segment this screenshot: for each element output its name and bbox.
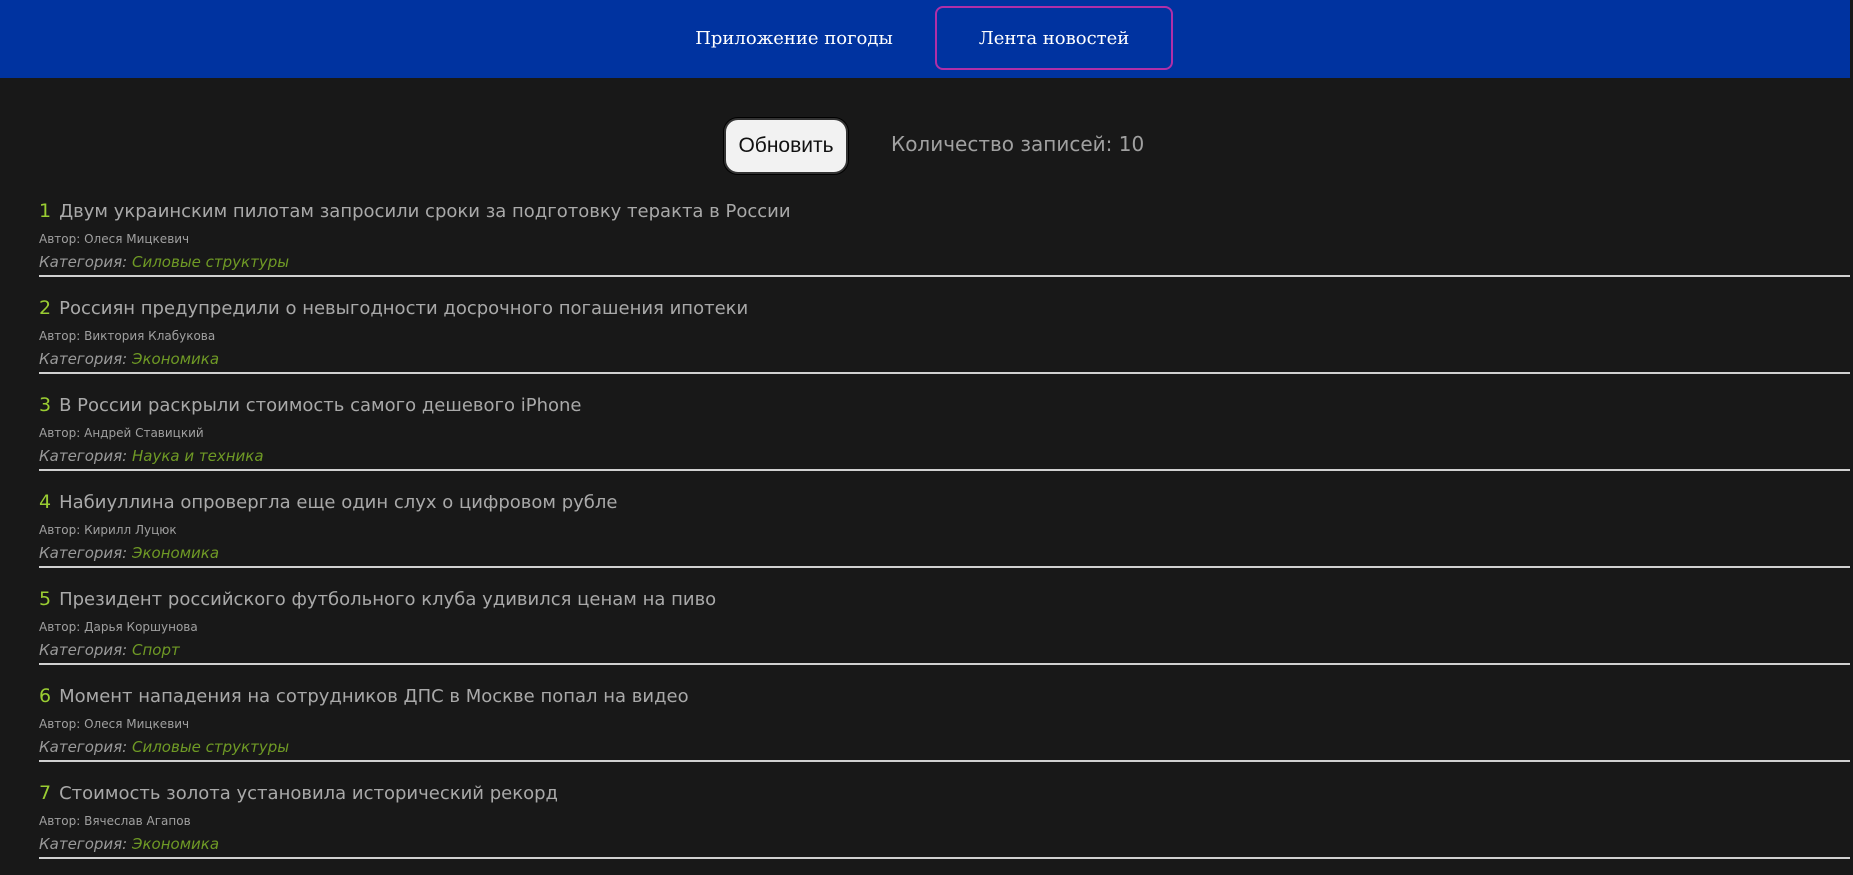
category-value: Экономика	[132, 350, 220, 368]
news-number: 3	[39, 394, 52, 416]
news-title-row: 1 Двум украинским пилотам запросили сроки…	[39, 200, 791, 222]
category-value: Силовые структуры	[132, 253, 290, 271]
news-item: 1 Двум украинским пилотам запросили сроки…	[39, 196, 1850, 293]
author-name: Вячеслав Агапов	[84, 814, 191, 828]
news-title-row: 6 Момент нападения на сотрудников ДПС в М…	[39, 685, 689, 707]
news-number: 4	[39, 491, 52, 513]
category-prefix: Категория:	[39, 835, 128, 853]
news-number: 6	[39, 685, 52, 707]
news-title[interactable]: В России раскрыли стоимость самого дешев…	[59, 395, 581, 416]
news-author: Автор: Олеся Мицкевич	[39, 717, 189, 731]
divider	[39, 857, 1850, 859]
news-title[interactable]: Стоимость золота установила исторический…	[59, 783, 558, 804]
author-name: Кирилл Луцюк	[84, 523, 177, 537]
news-author: Автор: Виктория Клабукова	[39, 329, 215, 343]
news-category: Категория: Экономика	[39, 350, 219, 368]
author-prefix: Автор:	[39, 523, 81, 537]
tab-weather-app[interactable]: Приложение погоды	[675, 6, 913, 70]
top-nav: Приложение погоды Лента новостей	[0, 0, 1850, 78]
records-count: Количество записей: 10	[891, 132, 1145, 156]
author-prefix: Автор:	[39, 717, 81, 731]
news-number: 2	[39, 297, 52, 319]
category-prefix: Категория:	[39, 350, 128, 368]
refresh-button[interactable]: Обновить	[724, 118, 848, 174]
news-item: 5 Президент российского футбольного клуба…	[39, 584, 1850, 681]
tab-news-feed[interactable]: Лента новостей	[935, 6, 1173, 70]
news-category: Категория: Силовые структуры	[39, 253, 289, 271]
news-list: 1 Двум украинским пилотам запросили сроки…	[39, 196, 1850, 875]
news-item: 7 Стоимость золота установила исторически…	[39, 778, 1850, 875]
author-prefix: Автор:	[39, 620, 81, 634]
news-title-row: 7 Стоимость золота установила исторически…	[39, 782, 558, 804]
news-item: 4 Набиуллина опровергла еще один слух о ц…	[39, 487, 1850, 584]
news-number: 7	[39, 782, 52, 804]
category-prefix: Категория:	[39, 253, 128, 271]
category-prefix: Категория:	[39, 641, 128, 659]
news-item: 2 Россиян предупредили о невыгодности дос…	[39, 293, 1850, 390]
divider	[39, 372, 1850, 374]
author-prefix: Автор:	[39, 232, 81, 246]
news-category: Категория: Силовые структуры	[39, 738, 289, 756]
news-number: 5	[39, 588, 52, 610]
category-value: Наука и техника	[132, 447, 264, 465]
author-prefix: Автор:	[39, 814, 81, 828]
news-category: Категория: Наука и техника	[39, 447, 264, 465]
author-prefix: Автор:	[39, 426, 81, 440]
controls-bar: Обновить Количество записей: 10	[0, 118, 1853, 174]
divider	[39, 275, 1850, 277]
category-prefix: Категория:	[39, 738, 128, 756]
news-title[interactable]: Россиян предупредили о невыгодности доср…	[59, 298, 748, 319]
author-name: Виктория Клабукова	[84, 329, 216, 343]
news-author: Автор: Кирилл Луцюк	[39, 523, 177, 537]
category-prefix: Категория:	[39, 447, 128, 465]
news-number: 1	[39, 200, 52, 222]
news-title-row: 2 Россиян предупредили о невыгодности дос…	[39, 297, 748, 319]
author-prefix: Автор:	[39, 329, 81, 343]
news-author: Автор: Андрей Ставицкий	[39, 426, 204, 440]
news-title[interactable]: Момент нападения на сотрудников ДПС в Мо…	[59, 686, 689, 707]
divider	[39, 469, 1850, 471]
news-item: 3 В России раскрыли стоимость самого деше…	[39, 390, 1850, 487]
news-title-row: 3 В России раскрыли стоимость самого деше…	[39, 394, 581, 416]
news-item: 6 Момент нападения на сотрудников ДПС в М…	[39, 681, 1850, 778]
news-author: Автор: Олеся Мицкевич	[39, 232, 189, 246]
author-name: Дарья Коршунова	[84, 620, 198, 634]
news-category: Категория: Спорт	[39, 641, 180, 659]
divider	[39, 663, 1850, 665]
news-title[interactable]: Президент российского футбольного клуба …	[59, 589, 716, 610]
news-title[interactable]: Двум украинским пилотам запросили сроки …	[59, 201, 790, 222]
author-name: Олеся Мицкевич	[84, 717, 190, 731]
author-name: Андрей Ставицкий	[84, 426, 204, 440]
divider	[39, 760, 1850, 762]
category-prefix: Категория:	[39, 544, 128, 562]
author-name: Олеся Мицкевич	[84, 232, 190, 246]
category-value: Экономика	[132, 544, 220, 562]
news-category: Категория: Экономика	[39, 544, 219, 562]
news-author: Автор: Вячеслав Агапов	[39, 814, 191, 828]
news-title-row: 4 Набиуллина опровергла еще один слух о ц…	[39, 491, 617, 513]
news-title[interactable]: Набиуллина опровергла еще один слух о ци…	[59, 492, 617, 513]
divider	[39, 566, 1850, 568]
category-value: Силовые структуры	[132, 738, 290, 756]
category-value: Экономика	[132, 835, 220, 853]
category-value: Спорт	[132, 641, 180, 659]
news-author: Автор: Дарья Коршунова	[39, 620, 198, 634]
news-category: Категория: Экономика	[39, 835, 219, 853]
news-title-row: 5 Президент российского футбольного клуба…	[39, 588, 716, 610]
